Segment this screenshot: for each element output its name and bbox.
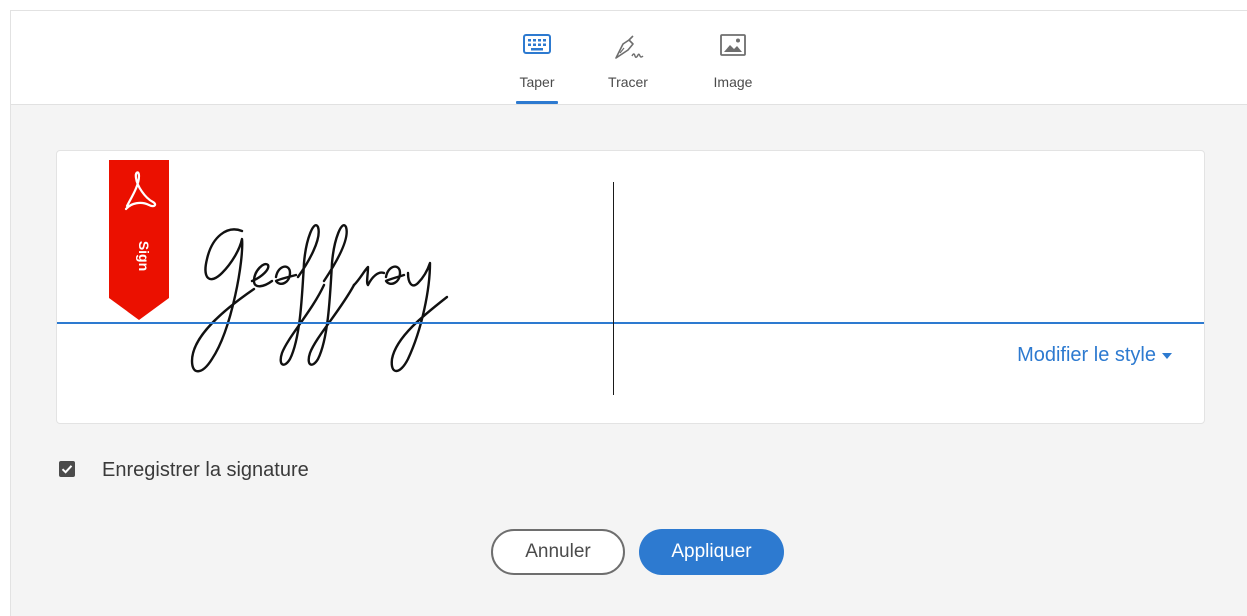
- tab-tracer[interactable]: Tracer: [596, 11, 660, 104]
- image-icon: [720, 34, 746, 61]
- pen-draw-icon: [611, 34, 645, 67]
- text-cursor: [613, 182, 614, 395]
- tab-taper-label: Taper: [519, 74, 555, 90]
- signature-dialog: Taper Tracer Image Sign Modifier le styl…: [10, 10, 1247, 616]
- keyboard-icon: [523, 34, 551, 59]
- modify-style-dropdown[interactable]: Modifier le style: [1017, 344, 1172, 367]
- tab-image-label: Image: [713, 74, 753, 90]
- signature-mode-tabs: Taper Tracer Image: [11, 11, 1247, 105]
- tab-taper[interactable]: Taper: [505, 11, 569, 104]
- chevron-down-icon: [1162, 352, 1172, 359]
- typed-signature: [172, 219, 617, 386]
- cancel-button[interactable]: Annuler: [491, 529, 625, 575]
- apply-button[interactable]: Appliquer: [639, 529, 784, 575]
- adobe-sign-ribbon: Sign: [109, 160, 169, 325]
- modify-style-label: Modifier le style: [1017, 344, 1156, 366]
- signature-input-panel[interactable]: Sign Modifier le style: [56, 150, 1205, 424]
- save-signature-label: Enregistrer la signature: [102, 459, 309, 481]
- checkmark-icon: [61, 465, 73, 474]
- ribbon-sign-text: Sign: [136, 241, 152, 271]
- save-signature-checkbox[interactable]: [59, 461, 75, 477]
- tab-tracer-label: Tracer: [608, 74, 648, 90]
- signature-baseline: [57, 322, 1204, 324]
- tab-image[interactable]: Image: [701, 11, 765, 104]
- active-tab-indicator: [516, 101, 558, 104]
